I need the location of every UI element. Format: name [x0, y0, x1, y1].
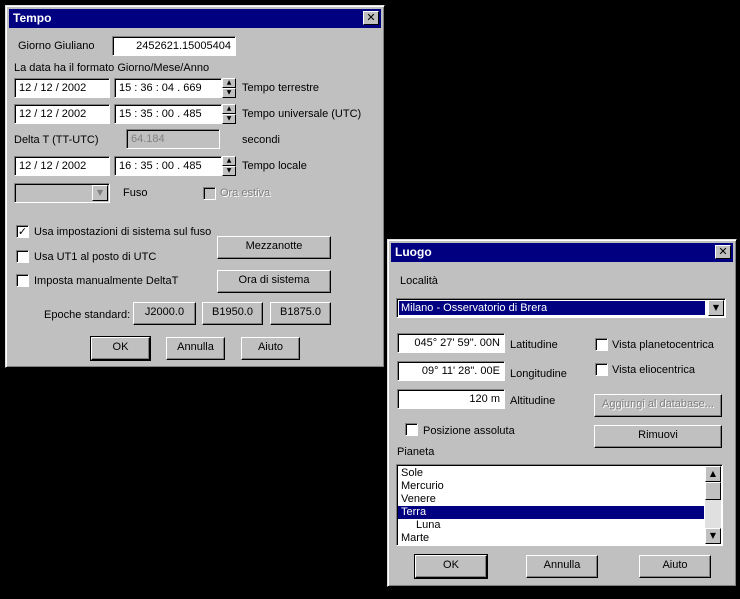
- use-system-timezone-checkbox[interactable]: ✓: [16, 225, 29, 238]
- deltat-input: 64.184: [126, 129, 220, 149]
- luogo-title: Luogo: [395, 245, 432, 259]
- tt-date-input[interactable]: 12 / 12 / 2002: [14, 78, 110, 98]
- utc-label: Tempo universale (UTC): [242, 108, 362, 120]
- timezone-label: Fuso: [123, 187, 148, 199]
- location-select[interactable]: Milano - Osservatorio di Brera ▼: [396, 298, 726, 318]
- scroll-down-icon[interactable]: ▼: [705, 528, 721, 544]
- planet-list-scrollbar[interactable]: ▲ ▼: [705, 466, 721, 544]
- help-button[interactable]: Aiuto: [241, 337, 300, 360]
- luogo-dialog: Luogo ✕ Località Milano - Osservatorio d…: [387, 239, 737, 587]
- longitude-label: Longitudine: [510, 368, 567, 380]
- tempo-titlebar[interactable]: Tempo ✕: [9, 9, 381, 28]
- longitude-input[interactable]: 09° 11' 28". 00E: [397, 361, 505, 381]
- tempo-dialog: Tempo ✕ Giorno Giuliano 2452621.15005404…: [5, 5, 385, 368]
- spin-down-icon[interactable]: ▼: [222, 166, 236, 176]
- latitude-input[interactable]: 045° 27' 59". 00N: [397, 333, 505, 353]
- scroll-up-icon[interactable]: ▲: [705, 466, 721, 482]
- daylight-saving-checkbox: [203, 187, 216, 200]
- manual-deltat-checkbox[interactable]: [16, 274, 29, 287]
- spin-up-icon[interactable]: ▲: [222, 104, 236, 114]
- tt-time-spinner[interactable]: ▲ ▼: [222, 78, 236, 98]
- altitude-input[interactable]: 120 m: [397, 389, 505, 409]
- heliocentric-checkbox[interactable]: [595, 363, 608, 376]
- manual-deltat-label[interactable]: Imposta manualmente DeltaT: [34, 274, 178, 288]
- planet-label: Pianeta: [397, 446, 435, 458]
- local-date-input[interactable]: 12 / 12 / 2002: [14, 156, 110, 176]
- spin-down-icon[interactable]: ▼: [222, 88, 236, 98]
- close-icon[interactable]: ✕: [363, 11, 379, 25]
- julian-day-label: Giorno Giuliano: [18, 40, 95, 52]
- cancel-button[interactable]: Annulla: [166, 337, 225, 360]
- daylight-saving-label: Ora estiva: [220, 187, 271, 199]
- close-icon[interactable]: ✕: [715, 245, 731, 259]
- list-item[interactable]: Mercurio: [398, 480, 704, 493]
- chevron-down-icon[interactable]: ▼: [708, 300, 724, 316]
- list-item[interactable]: Venere: [398, 493, 704, 506]
- ok-button[interactable]: OK: [414, 554, 488, 579]
- planetocentric-checkbox[interactable]: [595, 338, 608, 351]
- list-item[interactable]: Luna: [398, 519, 704, 532]
- location-label: Località: [400, 275, 438, 287]
- spin-down-icon[interactable]: ▼: [222, 114, 236, 124]
- use-ut1-checkbox[interactable]: [16, 250, 29, 263]
- spin-up-icon[interactable]: ▲: [222, 78, 236, 88]
- luogo-titlebar[interactable]: Luogo ✕: [391, 243, 733, 262]
- system-time-button[interactable]: Ora di sistema: [217, 270, 331, 293]
- altitude-label: Altitudine: [510, 395, 556, 407]
- midnight-button[interactable]: Mezzanotte: [217, 236, 331, 259]
- list-item[interactable]: Marte: [398, 532, 704, 545]
- use-ut1-label[interactable]: Usa UT1 al posto di UTC: [34, 250, 156, 264]
- scroll-thumb[interactable]: [705, 482, 721, 500]
- standard-epochs-label: Epoche standard:: [44, 309, 131, 321]
- planetocentric-label[interactable]: Vista planetocentrica: [612, 338, 714, 352]
- cancel-button[interactable]: Annulla: [526, 555, 598, 578]
- use-system-timezone-label[interactable]: Usa impostazioni di sistema sul fuso: [34, 225, 211, 239]
- deltat-label: Delta T (TT-UTC): [14, 134, 99, 146]
- remove-button[interactable]: Rimuovi: [594, 425, 722, 448]
- b1950-button[interactable]: B1950.0: [202, 302, 263, 325]
- local-time-spinner[interactable]: ▲ ▼: [222, 156, 236, 176]
- tempo-title: Tempo: [13, 11, 52, 25]
- help-button[interactable]: Aiuto: [639, 555, 711, 578]
- local-time-input[interactable]: 16 : 35 : 00 . 485: [114, 156, 222, 176]
- latitude-label: Latitudine: [510, 339, 558, 351]
- list-item[interactable]: Sole: [398, 467, 704, 480]
- utc-time-spinner[interactable]: ▲ ▼: [222, 104, 236, 124]
- absolute-position-checkbox[interactable]: [405, 423, 418, 436]
- spin-up-icon[interactable]: ▲: [222, 156, 236, 166]
- utc-time-input[interactable]: 15 : 35 : 00 . 485: [114, 104, 222, 124]
- chevron-down-icon: ▼: [92, 185, 108, 201]
- timezone-select: ▼: [14, 183, 110, 203]
- ok-button[interactable]: OK: [90, 336, 151, 361]
- add-to-database-button: Aggiungi al database...: [594, 394, 722, 417]
- utc-date-input[interactable]: 12 / 12 / 2002: [14, 104, 110, 124]
- b1875-button[interactable]: B1875.0: [270, 302, 331, 325]
- julian-day-input[interactable]: 2452621.15005404: [112, 36, 236, 56]
- local-time-label: Tempo locale: [242, 160, 307, 172]
- deltat-unit: secondi: [242, 134, 280, 146]
- list-item-selected[interactable]: Terra: [398, 506, 704, 519]
- absolute-position-label[interactable]: Posizione assoluta: [423, 424, 515, 438]
- j2000-button[interactable]: J2000.0: [133, 302, 196, 325]
- location-selected-value: Milano - Osservatorio di Brera: [399, 301, 705, 315]
- date-format-note: La data ha il formato Giorno/Mese/Anno: [14, 62, 210, 74]
- tt-time-input[interactable]: 15 : 36 : 04 . 669: [114, 78, 222, 98]
- heliocentric-label[interactable]: Vista eliocentrica: [612, 363, 695, 377]
- tt-label: Tempo terrestre: [242, 82, 320, 94]
- planet-list[interactable]: Sole Mercurio Venere Terra Luna Marte ▲ …: [396, 464, 723, 546]
